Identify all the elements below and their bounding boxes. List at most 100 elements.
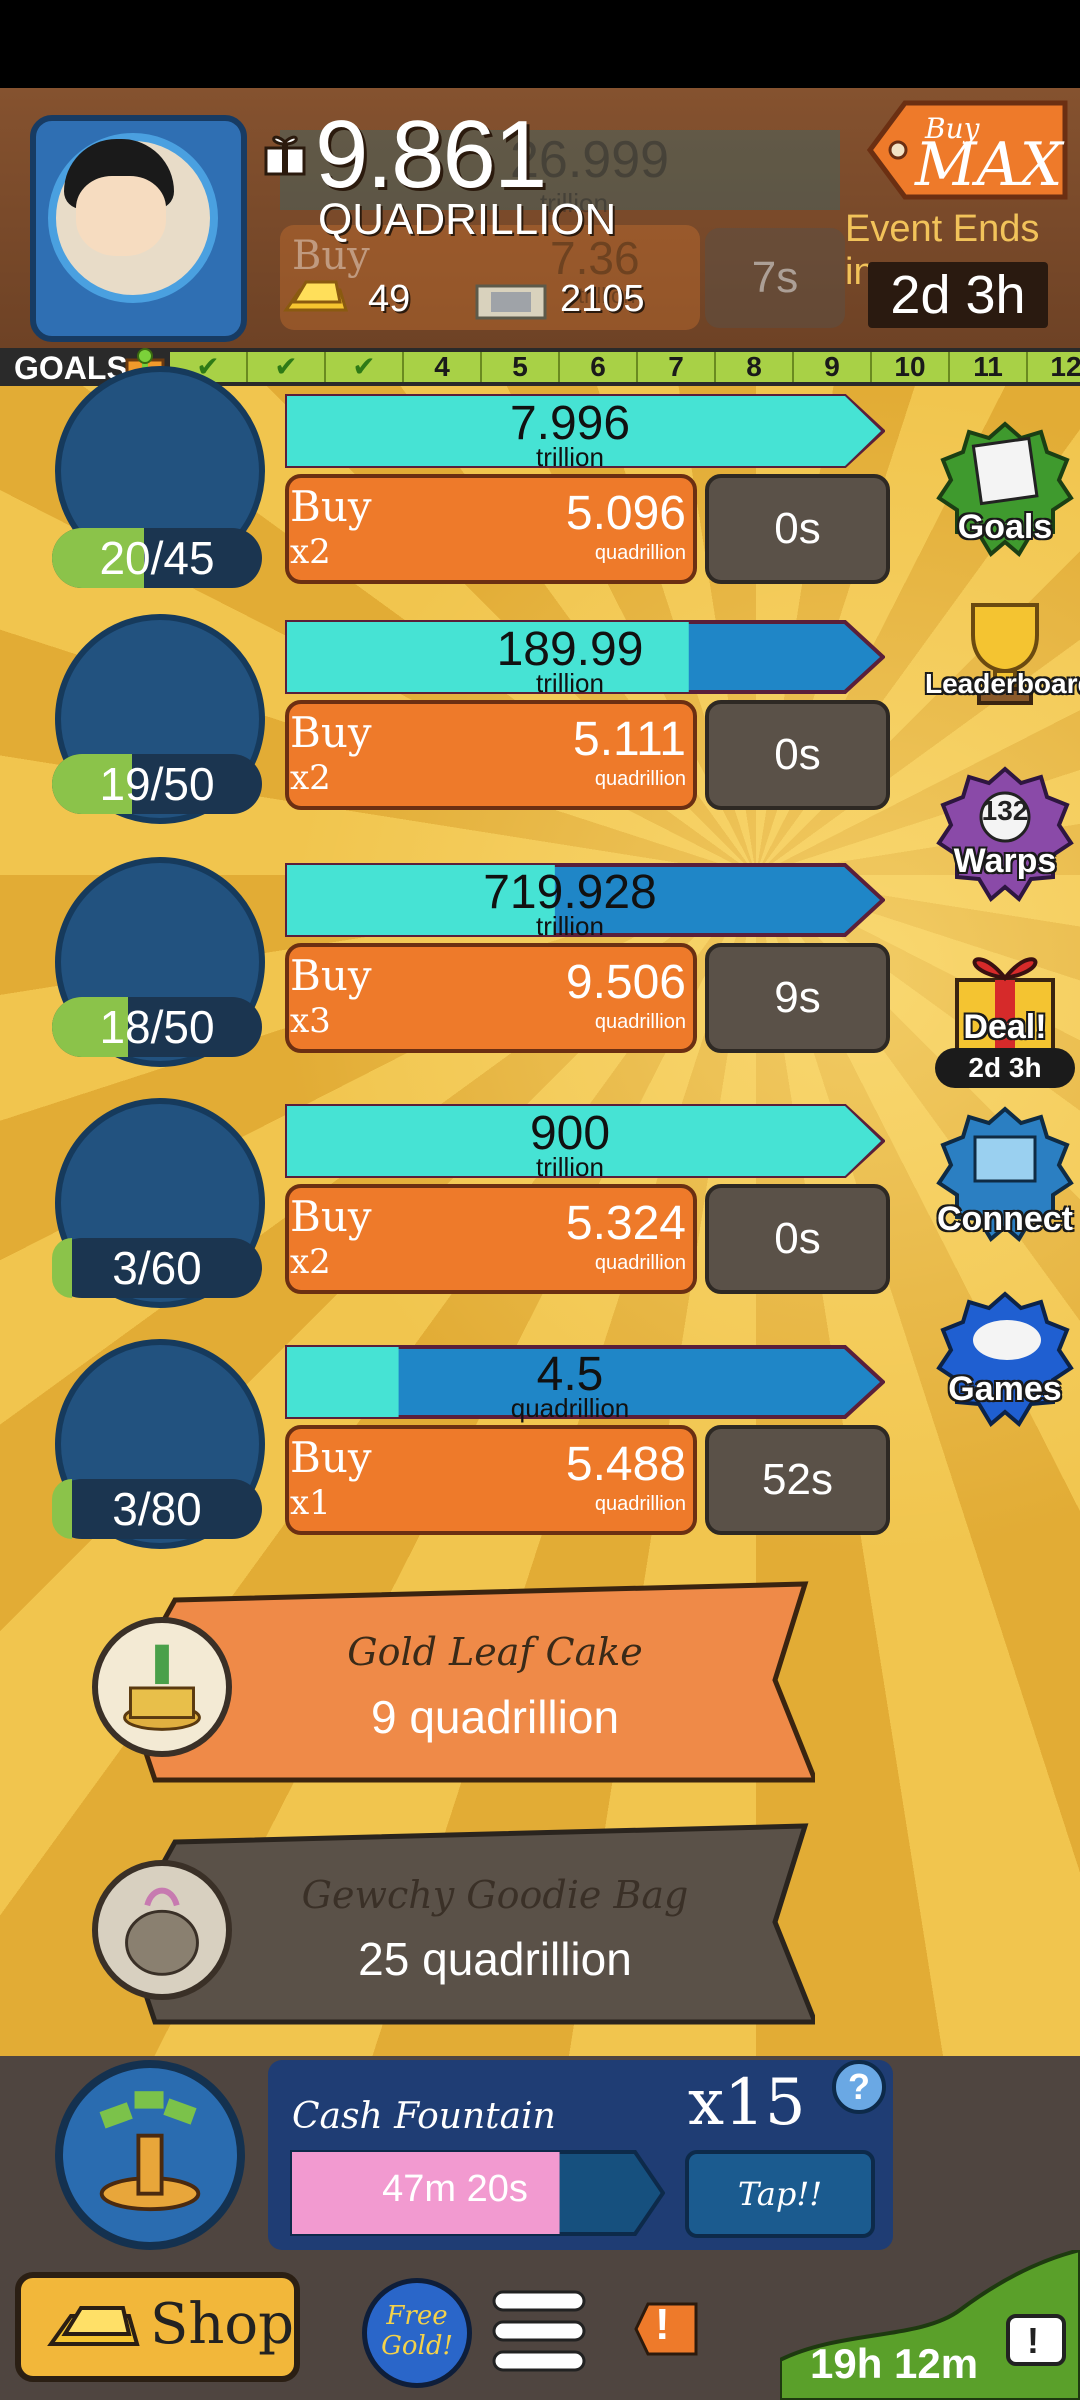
deal-label[interactable]: Deal! (925, 1008, 1080, 1047)
revenue-unit: trillion (536, 911, 604, 941)
fountain-icon (99, 2091, 201, 2212)
gold-bar-icon (47, 2306, 140, 2346)
buy-cost-unit: quadrillion (594, 542, 686, 564)
buy-label: Buy (290, 708, 372, 757)
event-timer: 2d 3h (868, 262, 1048, 328)
tv-alert-symbol: ! (1027, 2320, 1039, 2361)
leaderboard-label[interactable]: Leaderboard (925, 668, 1080, 700)
goal-cell: 9 (794, 352, 872, 382)
goal-cell: 6 (560, 352, 638, 382)
money-unit: QUADRILLION (318, 195, 617, 244)
goal-cell: 7 (638, 352, 716, 382)
business-progress-fill (52, 1238, 72, 1298)
business-count: 3/80 (112, 1483, 202, 1535)
business-count-pill: 20/45 (52, 528, 262, 588)
buy-cost: 9.506 (565, 956, 686, 1009)
buy-multiplier: x3 (290, 1001, 331, 1041)
business-count: 20/45 (99, 532, 215, 584)
cake-icon (123, 1644, 201, 1731)
revenue-unit: trillion (536, 668, 604, 698)
revenue-unit: quadrillion (510, 1393, 630, 1423)
warps-count: 132 (981, 795, 1029, 826)
buy-multiplier: x2 (290, 532, 331, 572)
status-bar (0, 0, 1080, 88)
bag-icon (125, 1887, 199, 1976)
tap-button[interactable]: Tap!! (685, 2150, 875, 2238)
gold-leaf-cake-icon (92, 1617, 232, 1757)
upgrade-name: Gold Leaf Cake (347, 1630, 643, 1674)
help-icon[interactable]: ? (832, 2060, 886, 2114)
buy-max-label: MAX (915, 130, 1063, 200)
trophy-icon[interactable] (935, 585, 1075, 725)
goal-cell: 11 (950, 352, 1028, 382)
goal-cell: 5 (482, 352, 560, 382)
games-label[interactable]: Games (925, 1370, 1080, 1409)
cash-fountain-timer: 47m 20s (382, 2168, 528, 2210)
money-value: 9.861 (315, 101, 547, 208)
buy-cost: 5.324 (565, 1197, 686, 1250)
business-count-pill: 3/60 (52, 1238, 262, 1298)
gold-bar-icon (283, 280, 349, 312)
buy-cost: 5.488 (565, 1438, 686, 1491)
upgrade-cost: 25 quadrillion (358, 1933, 632, 1985)
free-gold-label-bottom: Gold! (381, 2331, 453, 2361)
business-timer: 0s (705, 700, 890, 810)
buy-cost: 5.111 (573, 713, 686, 766)
business-count: 18/50 (99, 1001, 215, 1053)
cash-fountain-multiplier: x15 (688, 2066, 806, 2140)
goals-side-label[interactable]: Goals (925, 508, 1080, 547)
goal-cell: 12 (1028, 352, 1080, 382)
warps-label[interactable]: Warps (925, 842, 1080, 881)
menu-icon[interactable] (492, 2286, 586, 2376)
gift-icon (264, 135, 306, 176)
business-timer: 52s (705, 1425, 890, 1535)
ghost-timer: 7s (705, 228, 845, 328)
goodie-bag-icon (92, 1860, 232, 2000)
business-count-pill: 18/50 (52, 997, 262, 1057)
revenue-fill (287, 1347, 399, 1417)
gold-count: 49 (368, 278, 411, 320)
ticket-count: 2105 (560, 278, 645, 320)
buy-multiplier: x2 (290, 758, 331, 798)
buy-cost: 5.096 (565, 487, 686, 540)
warps-badge-icon[interactable] (935, 765, 1075, 905)
revenue-unit: trillion (536, 442, 604, 472)
goal-cell: 8 (716, 352, 794, 382)
deal-timer: 2d 3h (935, 1048, 1075, 1088)
alert-symbol: ! (655, 2300, 670, 2349)
business-count: 3/60 (112, 1242, 202, 1294)
shop-label[interactable]: Shop (150, 2292, 294, 2357)
goal-cell: 10 (872, 352, 950, 382)
buy-label: Buy (290, 951, 372, 1000)
manager-avatar[interactable] (30, 115, 247, 342)
buy-multiplier: x1 (290, 1483, 331, 1523)
buy-label: Buy (290, 1192, 372, 1241)
goal-cell: ✔ (326, 352, 404, 382)
business-timer: 9s (705, 943, 890, 1053)
business-count-pill: 19/50 (52, 754, 262, 814)
games-icon[interactable] (935, 1290, 1075, 1430)
buy-multiplier: x2 (290, 1242, 331, 1282)
business-count: 19/50 (99, 758, 215, 810)
business-timer: 0s (705, 1184, 890, 1294)
buy-cost-unit: quadrillion (594, 1011, 686, 1033)
connect-label[interactable]: Connect (925, 1200, 1080, 1239)
tv-timer: 19h 12m (810, 2340, 979, 2387)
avatar-face (76, 176, 166, 256)
upgrade-cost: 9 quadrillion (370, 1691, 620, 1743)
business-progress-fill (52, 1479, 72, 1539)
buy-label: Buy (290, 482, 372, 531)
revenue-unit: trillion (536, 1152, 604, 1182)
business-timer: 0s (705, 474, 890, 584)
cash-fountain-title: Cash Fountain (292, 2096, 556, 2137)
buy-cost-unit: quadrillion (594, 768, 686, 790)
cash-fountain-icon[interactable] (55, 2060, 245, 2250)
business-count-pill: 3/80 (52, 1479, 262, 1539)
buy-cost-unit: quadrillion (594, 1493, 686, 1515)
buy-cost-unit: quadrillion (594, 1252, 686, 1274)
megaticket-icon (475, 284, 547, 320)
free-gold-button[interactable]: Free Gold! (362, 2278, 472, 2388)
goal-cell: ✔ (248, 352, 326, 382)
free-gold-label-top: Free (386, 2301, 448, 2331)
goal-cell: 4 (404, 352, 482, 382)
